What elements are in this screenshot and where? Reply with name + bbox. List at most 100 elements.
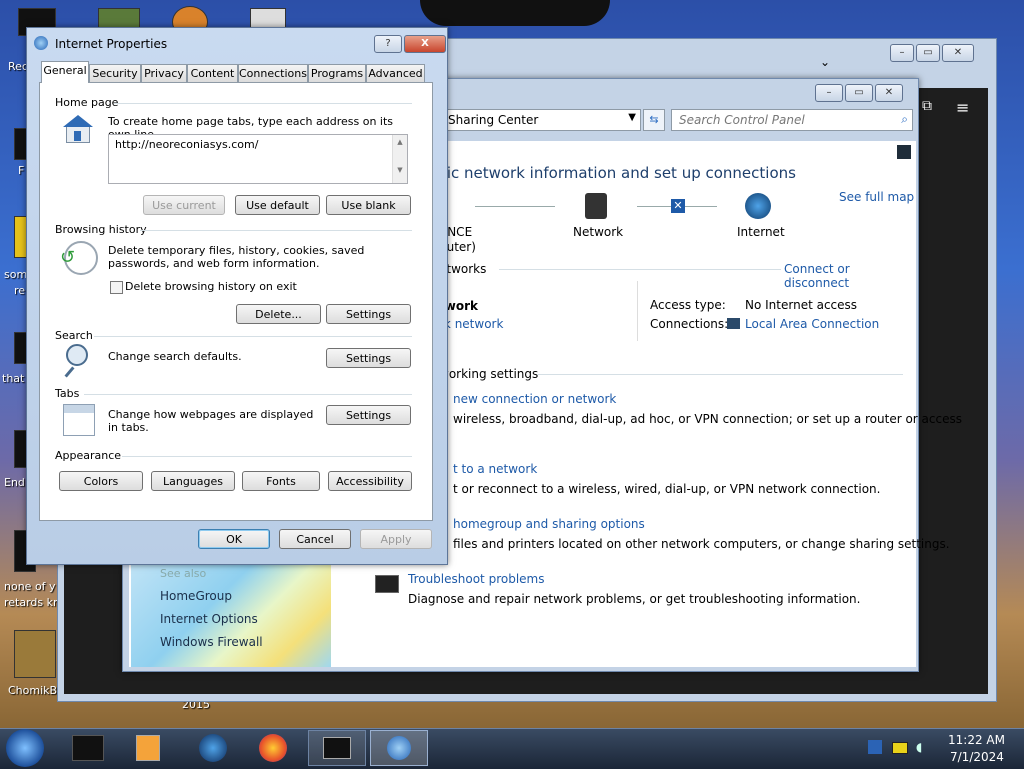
close-button[interactable]: ✕ — [942, 44, 974, 62]
search-icon: ⌕ — [901, 112, 908, 126]
divider — [114, 103, 412, 104]
menu-icon[interactable]: ≡ — [956, 98, 969, 117]
fonts-button[interactable]: Fonts — [242, 471, 320, 491]
taskbar-item-network[interactable] — [308, 730, 366, 766]
close-button[interactable]: X — [404, 35, 446, 53]
history-icon: ↺ — [60, 241, 98, 275]
desktop-label: retards kn — [4, 596, 60, 609]
connect-network-desc: t or reconnect to a wireless, wired, dia… — [453, 482, 881, 496]
setup-connection-desc: wireless, broadband, dial-up, ad hoc, or… — [453, 412, 962, 426]
search-desc: Change search defaults. — [108, 350, 242, 363]
see-also-heading: See also — [160, 567, 207, 580]
connection-icon — [727, 318, 740, 329]
address-text: Sharing Center — [448, 113, 539, 127]
desktop-label: none of y — [4, 580, 56, 593]
map-line — [475, 206, 555, 207]
tab-content[interactable]: Content — [187, 64, 238, 82]
taskbar-item-terminal[interactable] — [60, 730, 116, 766]
tabs-settings-button[interactable]: Settings — [326, 405, 411, 425]
troubleshoot-link[interactable]: Troubleshoot problems — [408, 572, 544, 586]
see-also-homegroup[interactable]: HomeGroup — [160, 589, 232, 603]
start-button[interactable] — [6, 729, 44, 767]
puzzle-icon[interactable]: ⧉ — [922, 98, 932, 114]
tray-battery-icon[interactable] — [892, 742, 908, 754]
taskbar-item-media-player[interactable] — [120, 730, 176, 766]
see-full-map-link[interactable]: See full map — [839, 190, 914, 204]
delete-on-exit-checkbox[interactable] — [110, 281, 123, 294]
connect-disconnect-link[interactable]: Connect or disconnect — [784, 262, 916, 290]
desktop-label: F — [18, 164, 25, 177]
desktop-icon-10[interactable] — [14, 630, 56, 678]
use-current-button[interactable]: Use current — [143, 195, 225, 215]
minimize-button[interactable]: – — [815, 84, 843, 102]
colors-button[interactable]: Colors — [59, 471, 143, 491]
chevron-down-icon[interactable]: ⌄ — [820, 55, 830, 69]
tray-network-icon[interactable] — [868, 740, 882, 754]
connections-label: Connections: — [650, 317, 729, 331]
help-icon[interactable] — [897, 145, 911, 159]
accessibility-button[interactable]: Accessibility — [328, 471, 412, 491]
tab-security[interactable]: Security — [89, 64, 141, 82]
home-page-url: http://neoreconiasys.com/ — [115, 138, 259, 151]
minimize-button[interactable]: – — [890, 44, 914, 62]
divider — [94, 336, 412, 337]
tab-connections[interactable]: Connections — [238, 64, 308, 82]
tab-general[interactable]: General — [41, 61, 89, 83]
cancel-button[interactable]: Cancel — [279, 529, 351, 549]
delete-button[interactable]: Delete... — [236, 304, 321, 324]
textarea-scrollbar[interactable]: ▲ ▼ — [392, 135, 407, 183]
local-area-connection-link[interactable]: Local Area Connection — [745, 317, 879, 331]
cp-title-buttons: – ▭ ✕ — [815, 84, 903, 102]
maximize-button[interactable]: ▭ — [845, 84, 873, 102]
languages-button[interactable]: Languages — [151, 471, 235, 491]
desktop-label: Rec — [8, 60, 28, 73]
troubleshoot-icon — [375, 575, 399, 593]
network-icon — [585, 193, 607, 219]
see-also-windows-firewall[interactable]: Windows Firewall — [160, 635, 263, 649]
history-settings-button[interactable]: Settings — [326, 304, 411, 324]
map-network-label: Network — [573, 225, 624, 239]
home-page-textarea[interactable]: http://neoreconiasys.com/ ▲ ▼ — [108, 134, 408, 184]
close-button[interactable]: ✕ — [875, 84, 903, 102]
tab-advanced[interactable]: Advanced — [366, 64, 425, 82]
browsing-history-desc: Delete temporary files, history, cookies… — [108, 244, 365, 270]
search-settings-button[interactable]: Settings — [326, 348, 411, 368]
search-input[interactable]: Search Control Panel ⌕ — [671, 109, 913, 131]
taskbar-item-firefox[interactable] — [245, 730, 301, 766]
tab-privacy[interactable]: Privacy — [141, 64, 187, 82]
address-bar[interactable]: Sharing Center ▼ — [443, 109, 641, 131]
desktop-label: ChomikB — [8, 684, 58, 697]
refresh-icon[interactable]: ⇆ — [643, 109, 665, 131]
use-blank-button[interactable]: Use blank — [326, 195, 411, 215]
access-type-value: No Internet access — [745, 298, 858, 312]
ie-icon — [34, 36, 48, 50]
use-default-button[interactable]: Use default — [235, 195, 320, 215]
clock-date[interactable]: 7/1/2024 — [950, 750, 1004, 764]
taskbar-item-globe[interactable] — [185, 730, 241, 766]
delete-on-exit-label: Delete browsing history on exit — [125, 280, 297, 293]
network-type-link[interactable]: rk network — [439, 317, 503, 331]
help-button[interactable]: ? — [374, 35, 402, 53]
see-also-internet-options[interactable]: Internet Options — [160, 612, 258, 626]
vertical-divider — [637, 281, 638, 341]
troubleshoot-desc: Diagnose and repair network problems, or… — [408, 592, 861, 606]
ok-button[interactable]: OK — [198, 529, 270, 549]
clock-time[interactable]: 11:22 AM — [948, 733, 1005, 747]
homegroup-link[interactable]: homegroup and sharing options — [453, 517, 645, 531]
connect-network-link[interactable]: t to a network — [453, 462, 537, 476]
dialog-title-buttons: ? X — [374, 35, 446, 53]
maximize-button[interactable]: ▭ — [916, 44, 940, 62]
divider — [499, 269, 781, 270]
tray-volume-icon[interactable]: ◖ — [916, 740, 922, 754]
tab-programs[interactable]: Programs — [308, 64, 366, 82]
apply-button[interactable]: Apply — [360, 529, 432, 549]
desktop-label: som — [4, 268, 28, 281]
homegroup-desc: files and printers located on other netw… — [453, 537, 950, 551]
taskbar-item-internet-properties[interactable] — [370, 730, 428, 766]
internet-icon — [745, 193, 771, 219]
divider — [140, 230, 412, 231]
browser-title-buttons: – ▭ ✕ — [890, 44, 974, 62]
chevron-down-icon[interactable]: ▼ — [628, 112, 636, 123]
setup-connection-link[interactable]: new connection or network — [453, 392, 616, 406]
access-type-label: Access type: — [650, 298, 726, 312]
